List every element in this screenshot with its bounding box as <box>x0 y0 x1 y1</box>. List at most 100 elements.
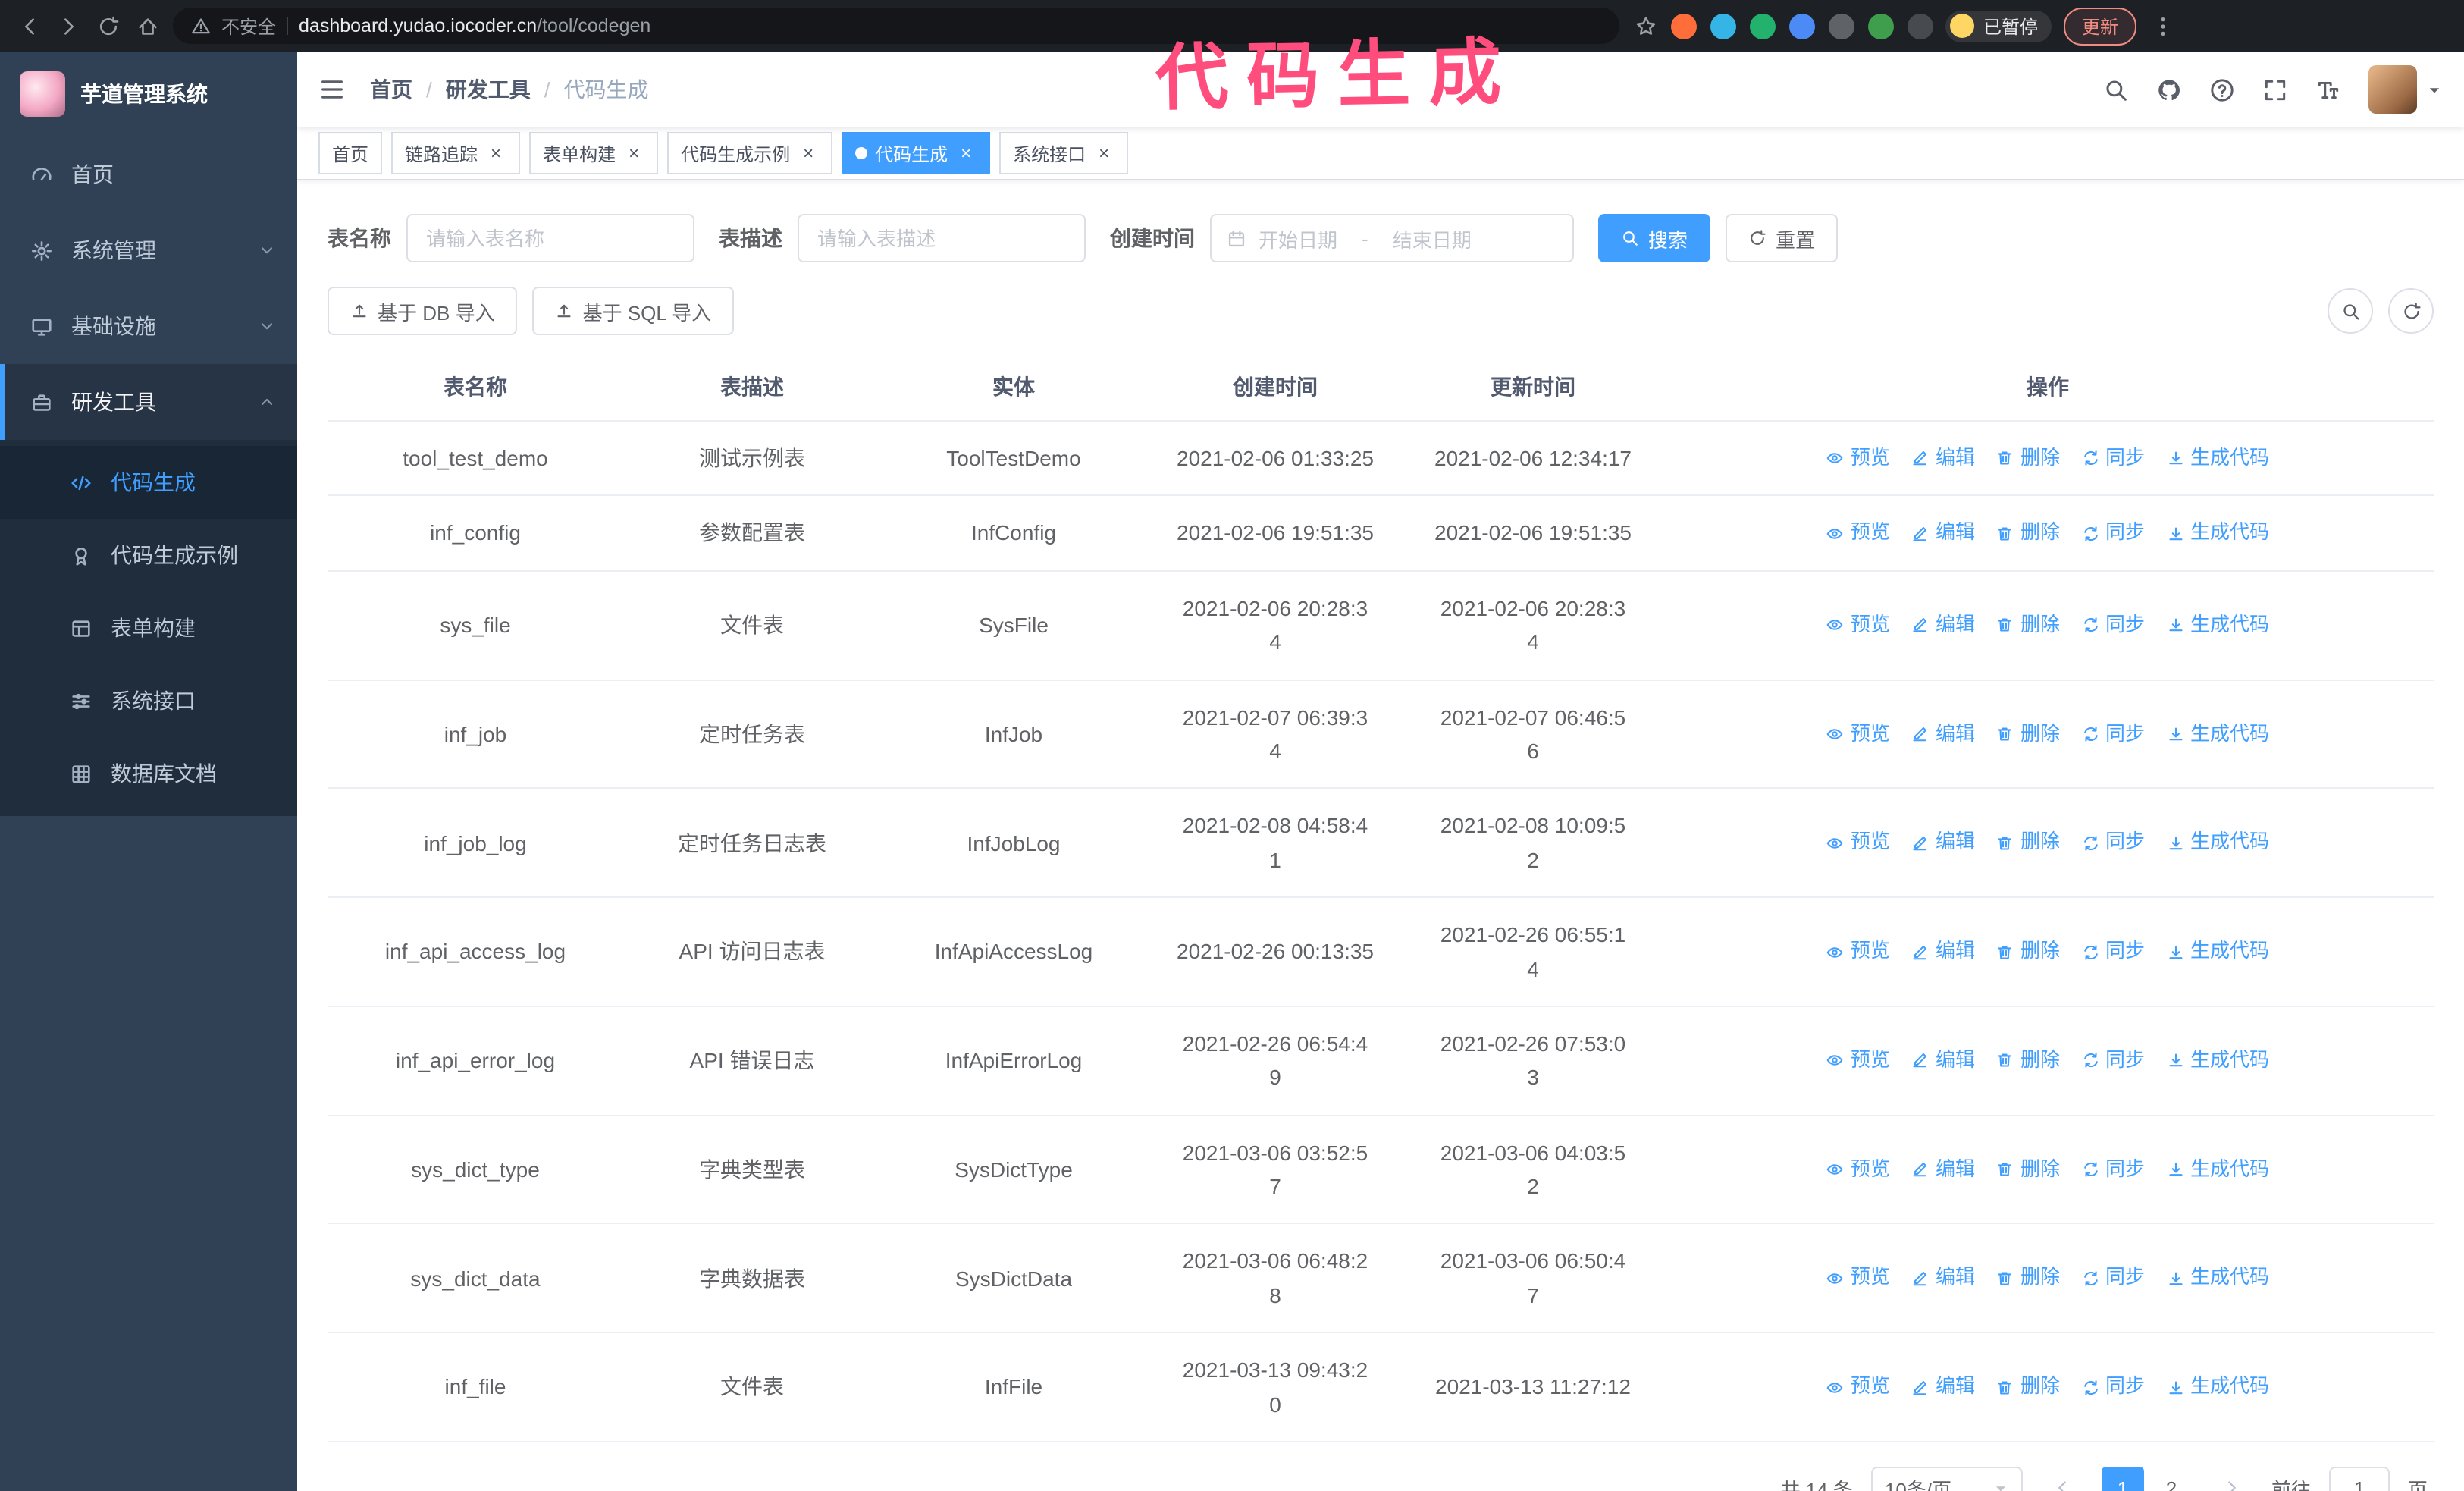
action-edit[interactable]: 编辑 <box>1911 1263 1975 1295</box>
action-preview[interactable]: 预览 <box>1826 936 1890 968</box>
action-delete[interactable]: 删除 <box>1996 718 2060 750</box>
prev-page-button[interactable] <box>2041 1467 2083 1491</box>
action-generate[interactable]: 生成代码 <box>2166 827 2269 859</box>
extension-slate[interactable] <box>1829 13 1854 39</box>
browser-forward-button[interactable] <box>55 12 82 39</box>
tag-close-icon[interactable]: × <box>798 143 819 164</box>
action-generate[interactable]: 生成代码 <box>2166 517 2269 549</box>
action-sync[interactable]: 同步 <box>2081 610 2145 642</box>
action-generate[interactable]: 生成代码 <box>2166 610 2269 642</box>
action-preview[interactable]: 预览 <box>1826 1371 1890 1403</box>
sidebar-toggle-icon[interactable] <box>318 76 346 103</box>
action-preview[interactable]: 预览 <box>1826 443 1890 475</box>
action-generate[interactable]: 生成代码 <box>2166 443 2269 475</box>
browser-back-button[interactable] <box>15 12 42 39</box>
action-delete[interactable]: 删除 <box>1996 517 2060 549</box>
help-icon[interactable] <box>2209 77 2235 102</box>
action-sync[interactable]: 同步 <box>2081 1045 2145 1077</box>
sidebar-item-form-build[interactable]: 表单构建 <box>0 592 297 664</box>
sidebar-item-system-api[interactable]: 系统接口 <box>0 664 297 737</box>
browser-menu-icon[interactable] <box>2149 12 2176 39</box>
action-delete[interactable]: 删除 <box>1996 610 2060 642</box>
action-edit[interactable]: 编辑 <box>1911 443 1975 475</box>
reset-button[interactable]: 重置 <box>1726 214 1839 262</box>
profile-chip[interactable]: 已暂停 <box>1945 10 2052 42</box>
update-button[interactable]: 更新 <box>2064 7 2137 45</box>
tag-close-icon[interactable]: × <box>955 143 977 164</box>
action-generate[interactable]: 生成代码 <box>2166 718 2269 750</box>
date-range-picker[interactable]: 开始日期 - 结束日期 <box>1210 214 1574 262</box>
tag-close-icon[interactable]: × <box>1093 143 1114 164</box>
action-preview[interactable]: 预览 <box>1826 827 1890 859</box>
table-desc-input[interactable] <box>798 214 1086 262</box>
action-edit[interactable]: 编辑 <box>1911 1154 1975 1185</box>
sidebar-item-system[interactable]: 系统管理 <box>0 212 297 288</box>
action-delete[interactable]: 删除 <box>1996 827 2060 859</box>
action-sync[interactable]: 同步 <box>2081 718 2145 750</box>
action-generate[interactable]: 生成代码 <box>2166 1263 2269 1295</box>
user-menu[interactable] <box>2368 65 2443 114</box>
tags-view-tab[interactable]: 系统接口 × <box>999 132 1129 174</box>
action-preview[interactable]: 预览 <box>1826 1045 1890 1077</box>
fullscreen-icon[interactable] <box>2262 77 2288 102</box>
action-edit[interactable]: 编辑 <box>1911 718 1975 750</box>
action-sync[interactable]: 同步 <box>2081 443 2145 475</box>
address-bar[interactable]: 不安全 dashboard.yudao.iocoder.cn/tool/code… <box>173 8 1619 44</box>
action-sync[interactable]: 同步 <box>2081 1371 2145 1403</box>
action-delete[interactable]: 删除 <box>1996 443 2060 475</box>
search-button[interactable]: 搜索 <box>1598 214 1711 262</box>
action-delete[interactable]: 删除 <box>1996 1263 2060 1295</box>
toggle-search-button[interactable] <box>2328 288 2373 334</box>
tags-view-tab[interactable]: 表单构建 × <box>529 132 659 174</box>
sidebar-item-codegen-demo[interactable]: 代码生成示例 <box>0 519 297 592</box>
breadcrumb-item[interactable]: 首页 <box>370 74 412 105</box>
tag-close-icon[interactable]: × <box>623 143 644 164</box>
action-delete[interactable]: 删除 <box>1996 936 2060 968</box>
breadcrumb-item[interactable]: 研发工具 <box>446 74 531 105</box>
github-icon[interactable] <box>2156 77 2182 102</box>
action-edit[interactable]: 编辑 <box>1911 610 1975 642</box>
tags-view-tab[interactable]: 代码生成 × <box>842 132 991 174</box>
bookmark-star-icon[interactable] <box>1632 12 1659 39</box>
action-preview[interactable]: 预览 <box>1826 1154 1890 1185</box>
app-logo[interactable]: 芋道管理系统 <box>0 52 297 137</box>
action-generate[interactable]: 生成代码 <box>2166 936 2269 968</box>
extension-green-check[interactable] <box>1750 13 1776 39</box>
action-preview[interactable]: 预览 <box>1826 1263 1890 1295</box>
sidebar-item-infra[interactable]: 基础设施 <box>0 288 297 364</box>
action-preview[interactable]: 预览 <box>1826 718 1890 750</box>
sidebar-item-codegen[interactable]: 代码生成 <box>0 446 297 519</box>
action-delete[interactable]: 删除 <box>1996 1045 2060 1077</box>
tags-view-tab[interactable]: 代码生成示例 × <box>667 132 833 174</box>
refresh-table-button[interactable] <box>2388 288 2434 334</box>
browser-home-button[interactable] <box>133 12 161 39</box>
action-generate[interactable]: 生成代码 <box>2166 1154 2269 1185</box>
extension-puzzle[interactable] <box>1908 13 1933 39</box>
sidebar-item-db-doc[interactable]: 数据库文档 <box>0 737 297 810</box>
action-preview[interactable]: 预览 <box>1826 517 1890 549</box>
tags-view-tab[interactable]: 首页 <box>318 132 383 174</box>
sidebar-item-home[interactable]: 首页 <box>0 137 297 212</box>
action-sync[interactable]: 同步 <box>2081 827 2145 859</box>
sidebar-item-devtools[interactable]: 研发工具 <box>0 364 297 440</box>
action-edit[interactable]: 编辑 <box>1911 517 1975 549</box>
page-button[interactable]: 2 <box>2150 1467 2193 1491</box>
extension-orange[interactable] <box>1671 13 1697 39</box>
extension-blue[interactable] <box>1789 13 1815 39</box>
goto-page-input[interactable] <box>2328 1467 2390 1491</box>
browser-reload-button[interactable] <box>94 12 121 39</box>
tags-view-tab[interactable]: 链路追踪 × <box>391 132 521 174</box>
action-sync[interactable]: 同步 <box>2081 517 2145 549</box>
next-page-button[interactable] <box>2211 1467 2253 1491</box>
action-edit[interactable]: 编辑 <box>1911 1371 1975 1403</box>
extension-green[interactable] <box>1868 13 1894 39</box>
action-delete[interactable]: 删除 <box>1996 1154 2060 1185</box>
action-preview[interactable]: 预览 <box>1826 610 1890 642</box>
import-db-button[interactable]: 基于 DB 导入 <box>328 287 518 335</box>
action-generate[interactable]: 生成代码 <box>2166 1045 2269 1077</box>
extension-lightblue[interactable] <box>1710 13 1736 39</box>
action-sync[interactable]: 同步 <box>2081 936 2145 968</box>
tag-close-icon[interactable]: × <box>485 143 506 164</box>
page-button[interactable]: 1 <box>2101 1467 2144 1491</box>
search-icon[interactable] <box>2103 77 2129 102</box>
